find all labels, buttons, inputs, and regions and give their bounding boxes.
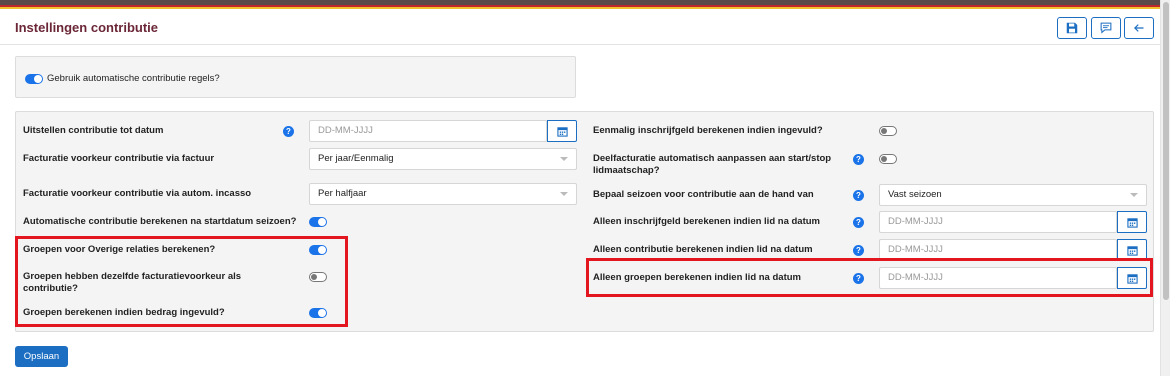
save-icon-button[interactable] <box>1057 17 1087 39</box>
calendar-icon <box>1126 245 1138 256</box>
help-icon[interactable]: ? <box>853 190 864 201</box>
alleen-inschrijfgeld-label: Alleen inschrijfgeld berekenen indien li… <box>593 216 820 227</box>
deelfacturatie-label: Deelfacturatie automatisch aanpassen aan… <box>593 153 832 176</box>
uitstellen-label: Uitstellen contributie tot datum <box>23 125 164 136</box>
highlight-box-alleen-groepen <box>586 258 1153 297</box>
uitstellen-calendar-button[interactable] <box>547 120 577 142</box>
brand-stripe <box>0 0 1160 9</box>
auto-contribution-toggle[interactable] <box>25 74 43 84</box>
page-title: Instellingen contributie <box>15 20 159 35</box>
facturatie-incasso-label: Facturatie voorkeur contributie via auto… <box>23 188 252 199</box>
save-button[interactable]: Opslaan <box>15 346 68 367</box>
inschrijfgeld-toggle[interactable] <box>879 126 897 136</box>
seizoen-label: Bepaal seizoen voor contributie aan de h… <box>593 189 814 200</box>
alleen-inschrijfgeld-calendar-button[interactable] <box>1117 211 1147 233</box>
highlight-box-groepen-toggles <box>15 236 348 327</box>
vertical-scrollbar[interactable] <box>1160 0 1170 376</box>
auto-contribution-panel: Gebruik automatische contributie regels? <box>15 56 576 98</box>
chevron-down-icon <box>560 192 568 196</box>
uitstellen-date-input[interactable]: DD-MM-JJJJ <box>309 120 547 142</box>
startdatum-label: Automatische contributie berekenen na st… <box>23 216 297 227</box>
alleen-inschrijfgeld-date-input[interactable]: DD-MM-JJJJ <box>879 211 1117 233</box>
help-icon[interactable]: ? <box>853 217 864 228</box>
facturatie-factuur-select[interactable]: Per jaar/Eenmalig <box>309 148 577 170</box>
alleen-contributie-label: Alleen contributie berekenen indien lid … <box>593 244 813 255</box>
facturatie-incasso-select[interactable]: Per halfjaar <box>309 183 577 205</box>
startdatum-toggle[interactable] <box>309 217 327 227</box>
page-header: Instellingen contributie <box>0 9 1160 45</box>
facturatie-incasso-value: Per halfjaar <box>318 188 367 199</box>
inschrijfgeld-label: Eenmalig inschrijfgeld berekenen indien … <box>593 125 823 136</box>
seizoen-value: Vast seizoen <box>888 189 942 200</box>
help-icon[interactable]: ? <box>853 154 864 165</box>
scrollbar-thumb[interactable] <box>1163 2 1169 300</box>
help-icon[interactable]: ? <box>283 126 294 137</box>
arrow-left-icon <box>1134 24 1144 32</box>
back-icon-button[interactable] <box>1124 17 1154 39</box>
comment-icon-button[interactable] <box>1091 17 1121 39</box>
help-icon[interactable]: ? <box>853 245 864 256</box>
speech-bubble-icon <box>1100 22 1112 34</box>
auto-contribution-label: Gebruik automatische contributie regels? <box>47 73 220 84</box>
facturatie-factuur-label: Facturatie voorkeur contributie via fact… <box>23 153 215 164</box>
deelfacturatie-toggle[interactable] <box>879 154 897 164</box>
calendar-icon <box>1126 217 1138 228</box>
facturatie-factuur-value: Per jaar/Eenmalig <box>318 153 394 164</box>
floppy-disk-icon <box>1066 22 1078 34</box>
calendar-icon <box>556 126 568 137</box>
seizoen-select[interactable]: Vast seizoen <box>879 184 1147 206</box>
chevron-down-icon <box>560 157 568 161</box>
chevron-down-icon <box>1130 193 1138 197</box>
